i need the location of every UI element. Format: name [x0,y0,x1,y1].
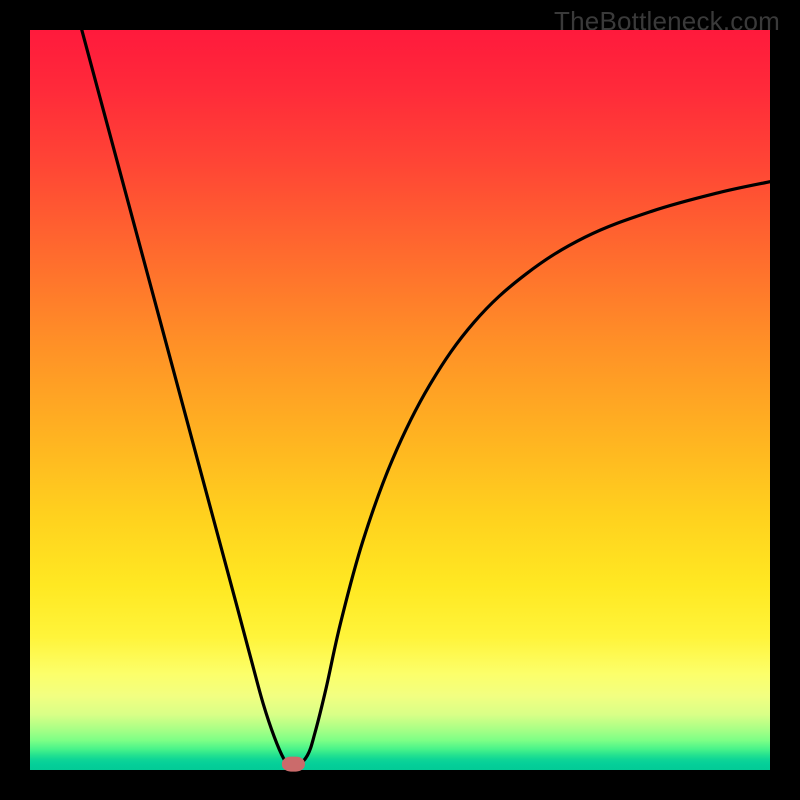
bottleneck-curve [30,30,770,770]
plot-area [30,30,770,770]
chart-frame: TheBottleneck.com [0,0,800,800]
optimal-point-marker [282,757,304,772]
